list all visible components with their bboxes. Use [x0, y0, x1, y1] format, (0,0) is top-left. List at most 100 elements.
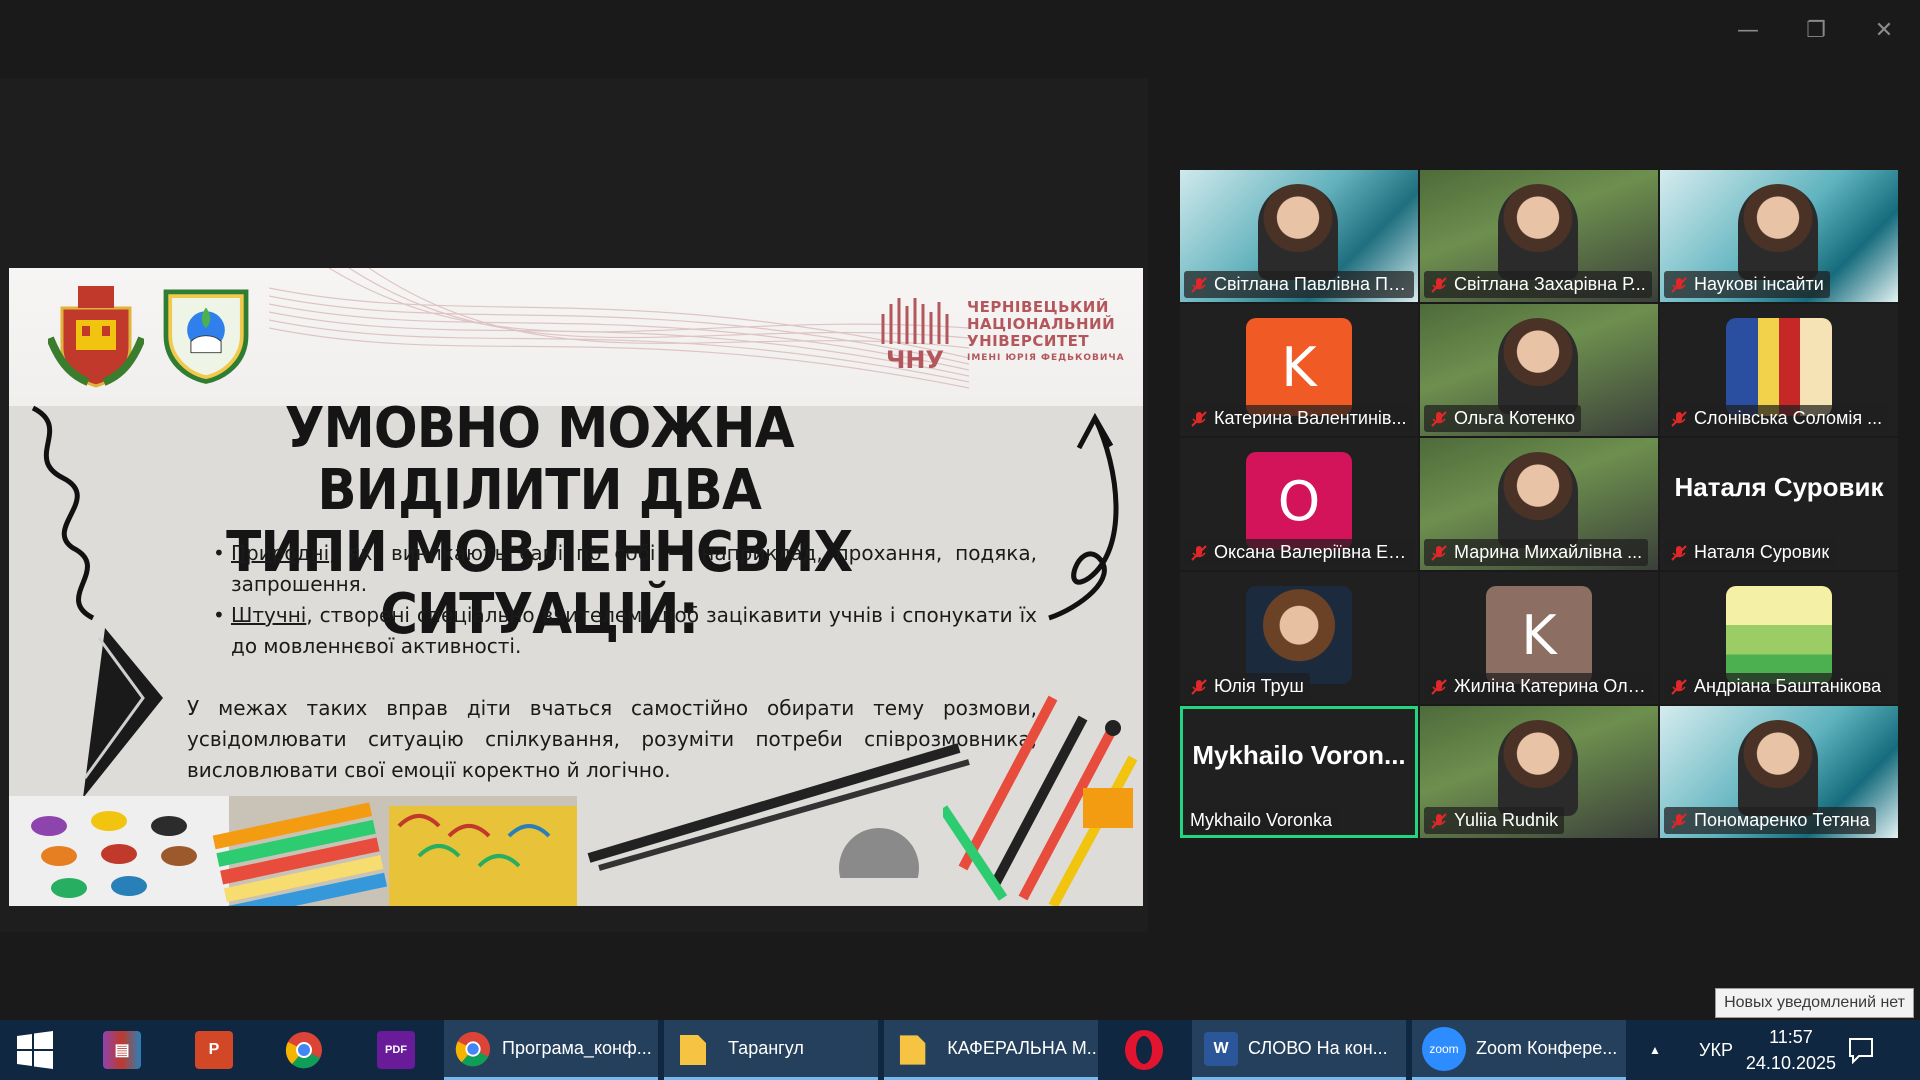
participant-video [1258, 184, 1338, 280]
participant-name: Наукові інсайти [1694, 274, 1824, 294]
participant-name-label: Наукові інсайти [1664, 271, 1830, 298]
taskbar-chrome-program[interactable]: Програма_конф... [444, 1020, 658, 1080]
participant-tile[interactable]: Світлана Захарівна Р... [1420, 170, 1658, 302]
participant-name-label: Юлія Труш [1184, 673, 1310, 700]
taskbar-winrar[interactable]: ▤ [88, 1020, 156, 1080]
participant-tile[interactable]: K Катерина Валентинів... [1180, 304, 1418, 436]
participant-name-label: Yuliia Rudnik [1424, 807, 1565, 834]
university-name-line4: ІМЕНІ ЮРІЯ ФЕДЬКОВИЧА [967, 353, 1125, 363]
minimize-icon: — [1737, 17, 1759, 43]
folder-icon [680, 1034, 706, 1065]
restore-button[interactable]: ❐ [1786, 10, 1846, 50]
taskbar-zoom[interactable]: zoom Zoom Конфере... [1412, 1020, 1626, 1080]
participant-tile[interactable]: Наукові інсайти [1660, 170, 1898, 302]
muted-mic-icon [1431, 812, 1447, 829]
muted-mic-icon [1431, 276, 1447, 293]
participant-tile[interactable]: Ольга Котенко [1420, 304, 1658, 436]
participant-video [1498, 184, 1578, 280]
participant-name: Оксана Валеріївна Ел... [1214, 542, 1408, 562]
participant-name: Yuliia Rudnik [1454, 810, 1559, 830]
participant-tile[interactable]: Слонівська Соломія ... [1660, 304, 1898, 436]
bullet-natural: Природні, які виникають самі по собі — н… [213, 538, 1037, 600]
language-indicator[interactable]: УКР [1686, 1020, 1746, 1080]
powerpoint-icon: P [195, 1031, 233, 1069]
notification-tooltip: Новых уведомлений нет [1715, 988, 1914, 1018]
participant-name: Пономаренко Тетяна [1694, 810, 1870, 830]
zoom-meeting-window: — ❐ ✕ ЧНУ ЧЕРНІВЕЦЬКИЙ НАЦІОНАЛЬНИЙ УНІВ… [0, 0, 1920, 1080]
faculty-emblem-logo [157, 276, 255, 386]
participant-avatar-letter: K [1246, 318, 1352, 416]
pencils-image [943, 695, 1138, 906]
chevron-up-icon: ▲ [1649, 1043, 1661, 1057]
participant-display-name: Наталя Суровик [1674, 472, 1884, 502]
participant-name-label: Катерина Валентинів... [1184, 405, 1413, 432]
participant-name-label: Слонівська Соломія ... [1664, 405, 1889, 432]
participant-name-label: Андріана Баштанікова [1664, 673, 1888, 700]
chrome-icon [285, 1032, 322, 1069]
participant-name: Катерина Валентинів... [1214, 408, 1407, 428]
university-name-line2: НАЦІОНАЛЬНИЙ [967, 315, 1116, 333]
taskbar-folder-kaferalna[interactable]: КАФЕРАЛЬНА М... [884, 1020, 1098, 1080]
participant-tile[interactable]: Yuliia Rudnik [1420, 706, 1658, 838]
participant-name: Жиліна Катерина Оле... [1454, 676, 1648, 696]
participant-name-label: Ольга Котенко [1424, 405, 1582, 432]
windows-taskbar: ▤ P PDF Програма_конф... Тарангул КАФЕРА… [0, 1020, 1920, 1080]
bullet-artificial-text: , створені спеціально вчителем, щоб заці… [231, 603, 1037, 658]
participant-tile[interactable]: Наталя Суровик Наталя Суровик [1660, 438, 1898, 570]
start-button[interactable] [0, 1020, 70, 1080]
participant-name-label: Світлана Захарівна Р... [1424, 271, 1652, 298]
taskbar-label: КАФЕРАЛЬНА М... [947, 1038, 1098, 1058]
word-icon: W [1204, 1031, 1238, 1066]
taskbar-opera[interactable] [1110, 1020, 1178, 1080]
participant-tile[interactable]: K Жиліна Катерина Оле... [1420, 572, 1658, 704]
participant-tile[interactable]: Пономаренко Тетяна [1660, 706, 1898, 838]
participant-tile[interactable]: Mykhailo Voron... Mykhailo Voronka [1180, 706, 1418, 838]
participant-name: Ольга Котенко [1454, 408, 1576, 428]
participant-video [1738, 184, 1818, 280]
taskbar-chrome[interactable] [270, 1020, 338, 1080]
muted-mic-icon [1671, 812, 1687, 829]
participant-avatar-letter: K [1486, 586, 1592, 684]
taskbar-pdf[interactable]: PDF [362, 1020, 430, 1080]
taskbar-folder-tarangul[interactable]: Тарангул [664, 1020, 878, 1080]
minimize-button[interactable]: — [1718, 10, 1778, 50]
taskbar-clock[interactable]: 11:57 24.10.2025 [1746, 1024, 1836, 1076]
participant-video [1738, 720, 1818, 816]
slide-title-line1: УМОВНО МОЖНА ВИДІЛИТИ ДВА [284, 396, 795, 523]
avatar [1726, 318, 1832, 416]
participant-name: Наталя Суровик [1694, 542, 1830, 562]
slide-bullet-list: Природні, які виникають самі по собі — н… [213, 538, 1037, 662]
taskbar-word[interactable]: W СЛОВО На кон... [1192, 1020, 1406, 1080]
restore-icon: ❐ [1806, 17, 1826, 43]
participant-tile[interactable]: O Оксана Валеріївна Ел... [1180, 438, 1418, 570]
muted-mic-icon [1191, 678, 1207, 695]
chrome-icon [455, 1031, 491, 1066]
pdf-icon: PDF [377, 1031, 415, 1069]
windows-start-icon [17, 1031, 53, 1069]
participant-video [1498, 452, 1578, 548]
action-center-button[interactable] [1836, 1020, 1886, 1080]
bullet-artificial: Штучні, створені спеціально вчителем, що… [213, 600, 1037, 662]
close-button[interactable]: ✕ [1854, 10, 1914, 50]
university-name-line1: ЧЕРНІВЕЦЬКИЙ [967, 298, 1109, 316]
participant-tile[interactable]: Марина Михайлівна ... [1420, 438, 1658, 570]
tray-overflow-button[interactable]: ▲ [1640, 1020, 1670, 1080]
bullet-natural-term: Природні [231, 541, 330, 565]
participant-name: Світлана Захарівна Р... [1454, 274, 1646, 294]
participant-tile[interactable]: Світлана Павлівна Па... [1180, 170, 1418, 302]
participant-video [1498, 318, 1578, 414]
participant-tile[interactable]: Андріана Баштанікова [1660, 572, 1898, 704]
school-crest-logo [47, 278, 145, 388]
pdf-glyph: PDF [385, 1044, 407, 1056]
participant-tile[interactable]: Юлія Труш [1180, 572, 1418, 704]
muted-mic-icon [1431, 410, 1447, 427]
muted-mic-icon [1671, 544, 1687, 561]
taskbar-powerpoint[interactable]: P [180, 1020, 248, 1080]
avatar [1246, 586, 1352, 684]
participant-display-name: Mykhailo Voron... [1192, 740, 1406, 770]
opera-icon [1125, 1030, 1163, 1070]
presentation-slide: ЧНУ ЧЕРНІВЕЦЬКИЙ НАЦІОНАЛЬНИЙ УНІВЕРСИТЕ… [9, 268, 1143, 906]
muted-mic-icon [1431, 678, 1447, 695]
participant-name-label: Наталя Суровик [1664, 539, 1836, 566]
clock-date: 24.10.2025 [1745, 1053, 1836, 1073]
